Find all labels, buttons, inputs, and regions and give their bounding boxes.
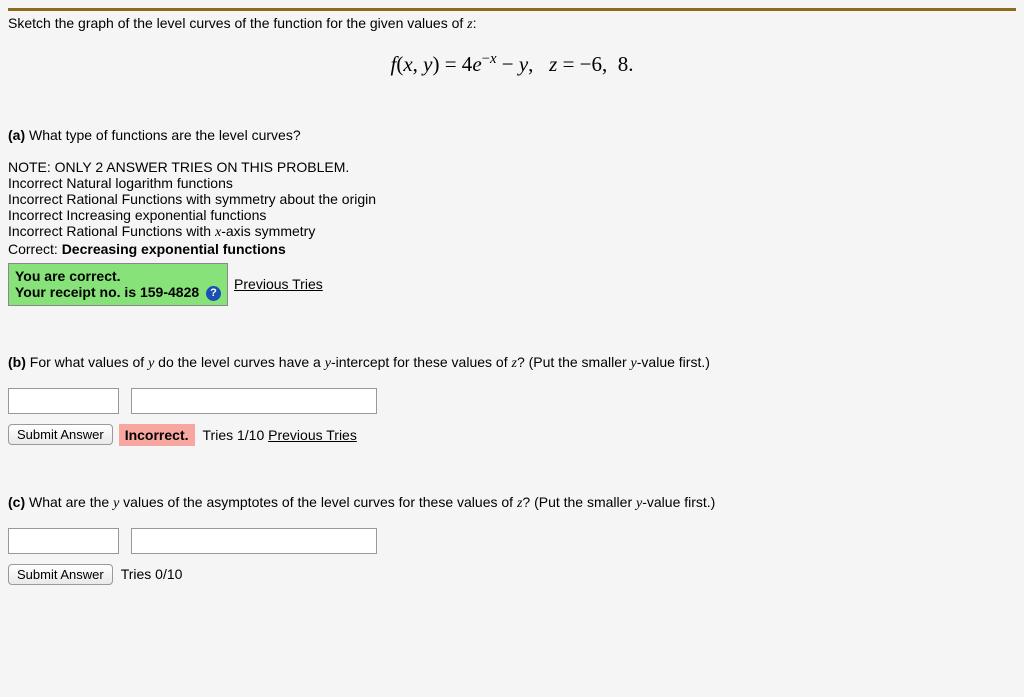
pb-t4: ? (Put the smaller [517,354,631,370]
part-c: (c) What are the y values of the asympto… [8,494,1016,585]
option-3: Incorrect Increasing exponential functio… [8,207,1016,223]
opt4-prefix: Incorrect Rational Functions with [8,223,215,239]
top-rule [8,8,1016,11]
option-2: Incorrect Rational Functions with symmet… [8,191,1016,207]
part-a: (a) What type of functions are the level… [8,127,1016,306]
option-4: Incorrect Rational Functions with x-axis… [8,223,1016,241]
part-b: (b) For what values of y do the level cu… [8,354,1016,446]
part-a-label: (a) [8,127,25,143]
previous-tries-link-a[interactable]: Previous Tries [234,276,323,292]
feedback-line1: You are correct. [15,268,221,284]
feedback-line2: Your receipt no. is 159-4828 [15,284,199,300]
pb-t3: -intercept for these values of [331,354,512,370]
option-1: Incorrect Natural logarithm functions [8,175,1016,191]
part-b-input-1[interactable] [8,388,119,414]
pc-t4: -value first.) [642,494,715,510]
tries-text-b: Tries 1/10 Previous Tries [203,427,357,443]
pb-t2: do the level curves have a [154,354,324,370]
part-a-question: What type of functions are the level cur… [25,127,300,143]
part-c-input-2[interactable] [131,528,377,554]
submit-answer-button-b[interactable]: Submit Answer [8,424,113,445]
feedback-incorrect: Incorrect. [119,424,195,446]
prompt-text: Sketch the graph of the level curves of … [8,15,467,31]
prompt-colon: : [473,15,477,31]
pb-t1: For what values of [26,354,148,370]
pc-t3: ? (Put the smaller [522,494,636,510]
pb-t5: -value first.) [637,354,710,370]
equation: f(x, y) = 4e−x − y, z = −6, 8. [8,51,1016,77]
part-b-input-2[interactable] [131,388,377,414]
opt4-suffix: -axis symmetry [221,223,315,239]
pc-t1: What are the [25,494,113,510]
help-icon[interactable]: ? [206,286,221,301]
part-b-label: (b) [8,354,26,370]
feedback-correct: You are correct. Your receipt no. is 159… [8,263,228,306]
correct-answer: Decreasing exponential functions [62,241,286,257]
part-c-label: (c) [8,494,25,510]
pc-t2: values of the asymptotes of the level cu… [119,494,517,510]
part-a-note: NOTE: ONLY 2 ANSWER TRIES ON THIS PROBLE… [8,159,1016,175]
submit-answer-button-c[interactable]: Submit Answer [8,564,113,585]
previous-tries-link-b[interactable]: Previous Tries [268,427,357,443]
tries-text-c: Tries 0/10 [121,566,183,582]
correct-prefix: Correct: [8,241,62,257]
correct-option: Correct: Decreasing exponential function… [8,241,1016,257]
problem-prompt: Sketch the graph of the level curves of … [8,15,1016,33]
part-c-input-1[interactable] [8,528,119,554]
tries-count-b: Tries 1/10 [203,427,269,443]
